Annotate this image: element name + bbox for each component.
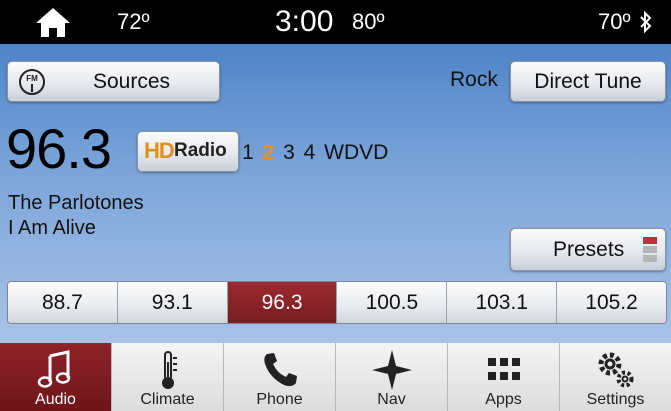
gears-icon	[598, 352, 633, 388]
nav-apps[interactable]: Apps	[448, 343, 560, 411]
nav-settings[interactable]: Settings	[560, 343, 671, 411]
nav-label: Apps	[485, 391, 522, 408]
music-note-icon	[37, 350, 70, 388]
nav-climate[interactable]: Climate	[112, 343, 224, 411]
nav-audio[interactable]: Audio	[0, 343, 112, 411]
preset-button[interactable]: 96.3	[227, 282, 338, 323]
status-bar: 72º 3:00 80º 70º	[0, 0, 671, 44]
sources-button[interactable]: FM Sources	[7, 61, 220, 102]
nav-phone[interactable]: Phone	[224, 343, 336, 411]
presets-button[interactable]: Presets	[510, 228, 666, 271]
clock: 3:00	[275, 5, 334, 38]
nav-navigation[interactable]: Nav	[336, 343, 448, 411]
passenger-temperature[interactable]: 70º	[598, 0, 631, 44]
current-frequency: 96.3	[6, 117, 112, 180]
hd-channel-4[interactable]: 4	[304, 141, 316, 164]
thermometer-icon	[161, 351, 177, 389]
radio-logo-text: Radio	[174, 140, 227, 161]
song-title: I Am Alive	[8, 217, 96, 239]
preset-button[interactable]: 88.7	[8, 282, 118, 323]
sources-label: Sources	[93, 70, 171, 93]
phone-icon	[263, 353, 297, 387]
preset-button[interactable]: 105.2	[557, 282, 666, 323]
fm-radio-icon: FM	[19, 69, 45, 95]
preset-page-bar	[643, 255, 657, 262]
apps-grid-icon	[487, 358, 520, 380]
preset-page-bar	[643, 237, 657, 244]
preset-button[interactable]: 103.1	[447, 282, 558, 323]
preset-button[interactable]: 93.1	[117, 282, 228, 323]
hd-channel-1[interactable]: 1	[242, 141, 254, 164]
station-name: WDVD	[324, 141, 389, 164]
home-icon[interactable]	[34, 6, 72, 38]
hd-logo-text: HD	[144, 138, 175, 163]
artist-name: The Parlotones	[8, 192, 144, 214]
hd-channel-list: 1 2 3 4 WDVD	[242, 141, 391, 165]
fm-icon-text: FM	[26, 74, 38, 83]
outside-temperature: 72º	[117, 9, 150, 34]
preset-bar: 88.7 93.1 96.3 100.5 103.1 105.2	[7, 281, 667, 324]
presets-label: Presets	[553, 238, 625, 261]
radio-screen: FM Sources Rock Direct Tune 96.3 HD Radi…	[0, 44, 671, 343]
direct-tune-label: Direct Tune	[534, 70, 642, 93]
hd-channel-2[interactable]: 2	[263, 141, 275, 164]
hd-radio-button[interactable]: HD Radio	[137, 131, 239, 172]
hd-channel-3[interactable]: 3	[283, 141, 295, 164]
compass-star-icon	[371, 350, 412, 390]
preset-button[interactable]: 100.5	[337, 282, 448, 323]
bottom-nav-bar: Audio Climate Phone Nav Apps Settings	[0, 343, 671, 411]
nav-label: Phone	[256, 391, 303, 408]
nav-label: Audio	[35, 391, 76, 408]
nav-label: Nav	[377, 391, 406, 408]
bluetooth-icon	[640, 11, 652, 33]
preset-page-bar	[643, 246, 657, 253]
driver-temperature[interactable]: 80º	[352, 0, 385, 44]
nav-label: Settings	[586, 391, 645, 408]
preset-page-indicator-icon	[643, 237, 657, 263]
nav-label: Climate	[140, 391, 195, 408]
genre-label: Rock	[450, 68, 498, 91]
direct-tune-button[interactable]: Direct Tune	[510, 61, 666, 102]
